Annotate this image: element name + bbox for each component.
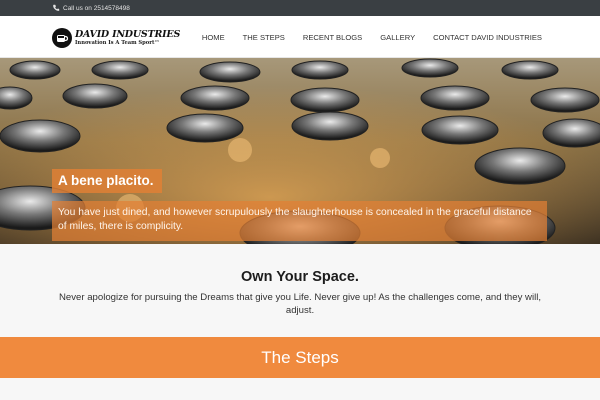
coffee-cup-icon bbox=[52, 28, 72, 48]
main-nav: HOME THE STEPS RECENT BLOGS GALLERY CONT… bbox=[193, 16, 542, 58]
phone-icon bbox=[52, 4, 60, 12]
intro-section: Own Your Space. Never apologize for purs… bbox=[0, 244, 600, 337]
hero-text: You have just dined, and however scrupul… bbox=[52, 201, 547, 241]
steps-band: The Steps bbox=[0, 337, 600, 378]
site-logo[interactable]: DAVID INDUSTRIES Innovation Is A Team Sp… bbox=[52, 26, 180, 50]
phone-text[interactable]: Call us on 2514578498 bbox=[63, 5, 130, 12]
hero-banner: A bene placito. You have just dined, and… bbox=[0, 58, 600, 244]
top-bar: Call us on 2514578498 bbox=[0, 0, 600, 16]
intro-title: Own Your Space. bbox=[241, 269, 359, 285]
nav-item-gallery[interactable]: GALLERY bbox=[371, 33, 424, 42]
brand-name: DAVID INDUSTRIES bbox=[75, 28, 181, 40]
steps-title: The Steps bbox=[261, 348, 339, 367]
brand-tagline: Innovation Is A Team Sport™ bbox=[75, 40, 160, 47]
nav-item-recent-blogs[interactable]: RECENT BLOGS bbox=[294, 33, 371, 42]
nav-item-contact[interactable]: CONTACT DAVID INDUSTRIES bbox=[424, 33, 542, 42]
site-header: DAVID INDUSTRIES Innovation Is A Team Sp… bbox=[0, 16, 600, 58]
intro-text: Never apologize for pursuing the Dreams … bbox=[58, 292, 542, 316]
hero-title: A bene placito. bbox=[52, 169, 162, 193]
bottom-spacer bbox=[0, 378, 600, 400]
nav-item-the-steps[interactable]: THE STEPS bbox=[234, 33, 294, 42]
nav-item-home[interactable]: HOME bbox=[193, 33, 234, 42]
